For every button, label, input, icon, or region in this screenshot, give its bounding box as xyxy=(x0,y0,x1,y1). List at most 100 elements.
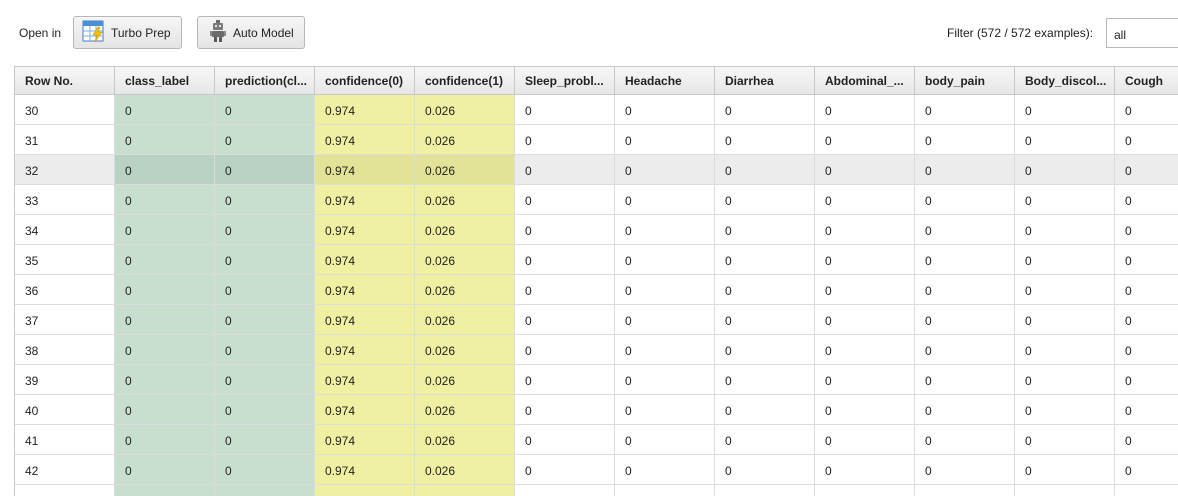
table-cell: 0.026 xyxy=(415,305,515,335)
table-cell: 0 xyxy=(115,335,215,365)
table-cell: 0 xyxy=(215,215,315,245)
table-cell: 0 xyxy=(915,365,1015,395)
column-header[interactable]: Headache xyxy=(615,66,715,95)
column-header[interactable]: class_label xyxy=(115,66,215,95)
table-cell: 0 xyxy=(1015,185,1115,215)
table-cell: 0.026 xyxy=(415,455,515,485)
table-cell: 0.974 xyxy=(315,395,415,425)
table-lightning-icon xyxy=(82,19,106,46)
table-row[interactable]: 41 0 0 0.974 0.026 0 0 0 0 0 0 0 xyxy=(15,425,1178,455)
table-cell: 0 xyxy=(1115,185,1178,215)
table-cell: 0 xyxy=(1015,425,1115,455)
table-cell: 0 xyxy=(215,125,315,155)
table-cell: 37 xyxy=(15,305,115,335)
table-cell: 0 xyxy=(515,455,615,485)
table-cell: 0.026 xyxy=(415,335,515,365)
table-cell: 0 xyxy=(1015,395,1115,425)
table-cell: 0 xyxy=(915,125,1015,155)
table-cell xyxy=(1115,485,1178,496)
table-cell: 0.974 xyxy=(315,455,415,485)
table-cell: 0.974 xyxy=(315,365,415,395)
table-cell: 0 xyxy=(115,305,215,335)
table-cell: 0 xyxy=(1115,95,1178,125)
table-cell: 0 xyxy=(1015,155,1115,185)
column-header[interactable]: confidence(1) xyxy=(415,66,515,95)
table-cell: 0.026 xyxy=(415,125,515,155)
table-cell: 0 xyxy=(215,185,315,215)
table-cell xyxy=(1015,485,1115,496)
table-cell: 0 xyxy=(115,395,215,425)
table-cell: 0 xyxy=(615,245,715,275)
table-row[interactable]: 36 0 0 0.974 0.026 0 0 0 0 0 0 0 xyxy=(15,275,1178,305)
turbo-prep-button[interactable]: Turbo Prep xyxy=(73,16,182,49)
table-cell: 0.974 xyxy=(315,305,415,335)
column-header[interactable]: Sleep_probl... xyxy=(515,66,615,95)
table-cell: 0 xyxy=(1115,305,1178,335)
table-cell: 0 xyxy=(1115,425,1178,455)
table-cell: 0 xyxy=(615,395,715,425)
column-header[interactable]: body_pain xyxy=(915,66,1015,95)
table-row[interactable]: 31 0 0 0.974 0.026 0 0 0 0 0 0 0 xyxy=(15,125,1178,155)
table-cell xyxy=(315,485,415,496)
table-cell: 0.026 xyxy=(415,395,515,425)
table-cell: 42 xyxy=(15,455,115,485)
table-cell: 0 xyxy=(115,185,215,215)
column-header[interactable]: Abdominal_... xyxy=(815,66,915,95)
table-cell: 0 xyxy=(815,395,915,425)
table-cell: 34 xyxy=(15,215,115,245)
table-cell: 0 xyxy=(715,95,815,125)
table-row[interactable]: 40 0 0 0.974 0.026 0 0 0 0 0 0 0 xyxy=(15,395,1178,425)
table-cell: 0 xyxy=(815,125,915,155)
column-header[interactable]: Diarrhea xyxy=(715,66,815,95)
table-cell: 0.974 xyxy=(315,125,415,155)
table-row[interactable]: 34 0 0 0.974 0.026 0 0 0 0 0 0 0 xyxy=(15,215,1178,245)
table-cell: 0.026 xyxy=(415,185,515,215)
column-header[interactable]: prediction(cl... xyxy=(215,66,315,95)
table-cell: 0 xyxy=(615,425,715,455)
table-cell: 0 xyxy=(515,125,615,155)
table-cell: 0 xyxy=(715,425,815,455)
table-row[interactable] xyxy=(15,485,1178,496)
table-cell: 0 xyxy=(215,155,315,185)
table-row[interactable]: 30 0 0 0.974 0.026 0 0 0 0 0 0 0 xyxy=(15,95,1178,125)
auto-model-button[interactable]: Auto Model xyxy=(197,16,305,49)
table-row[interactable]: 32 0 0 0.974 0.026 0 0 0 0 0 0 0 xyxy=(15,155,1178,185)
table-row[interactable]: 35 0 0 0.974 0.026 0 0 0 0 0 0 0 xyxy=(15,245,1178,275)
table-cell: 0 xyxy=(615,335,715,365)
table-cell: 0 xyxy=(915,275,1015,305)
table-cell: 0.974 xyxy=(315,155,415,185)
table-cell: 0 xyxy=(715,245,815,275)
table-row[interactable]: 38 0 0 0.974 0.026 0 0 0 0 0 0 0 xyxy=(15,335,1178,365)
table-cell: 0 xyxy=(215,455,315,485)
table-cell: 0 xyxy=(515,185,615,215)
table-row[interactable]: 37 0 0 0.974 0.026 0 0 0 0 0 0 0 xyxy=(15,305,1178,335)
table-cell: 0 xyxy=(215,275,315,305)
table-cell: 0 xyxy=(815,455,915,485)
column-header[interactable]: Cough xyxy=(1115,66,1178,95)
table-cell xyxy=(815,485,915,496)
column-header[interactable]: Row No. xyxy=(15,66,115,95)
column-header[interactable]: confidence(0) xyxy=(315,66,415,95)
table-cell: 0 xyxy=(115,125,215,155)
filter-dropdown[interactable]: all xyxy=(1106,18,1178,48)
table-cell: 0 xyxy=(515,275,615,305)
table-cell: 0.974 xyxy=(315,95,415,125)
table-cell: 0 xyxy=(1015,245,1115,275)
table-cell: 0 xyxy=(515,305,615,335)
table-cell: 0 xyxy=(715,365,815,395)
column-header[interactable]: Body_discol... xyxy=(1015,66,1115,95)
table-row[interactable]: 33 0 0 0.974 0.026 0 0 0 0 0 0 0 xyxy=(15,185,1178,215)
table-cell: 41 xyxy=(15,425,115,455)
table-row[interactable]: 42 0 0 0.974 0.026 0 0 0 0 0 0 0 xyxy=(15,455,1178,485)
table-cell: 0 xyxy=(715,275,815,305)
table-cell: 0 xyxy=(815,95,915,125)
table-cell: 38 xyxy=(15,335,115,365)
table-cell: 0 xyxy=(115,95,215,125)
table-row[interactable]: 39 0 0 0.974 0.026 0 0 0 0 0 0 0 xyxy=(15,365,1178,395)
table-cell: 0.974 xyxy=(315,245,415,275)
filter-label: Filter (572 / 572 examples): xyxy=(947,26,1094,40)
table-cell: 0 xyxy=(815,335,915,365)
table-cell: 0 xyxy=(615,155,715,185)
table-cell: 0 xyxy=(715,335,815,365)
table-cell: 0 xyxy=(115,275,215,305)
